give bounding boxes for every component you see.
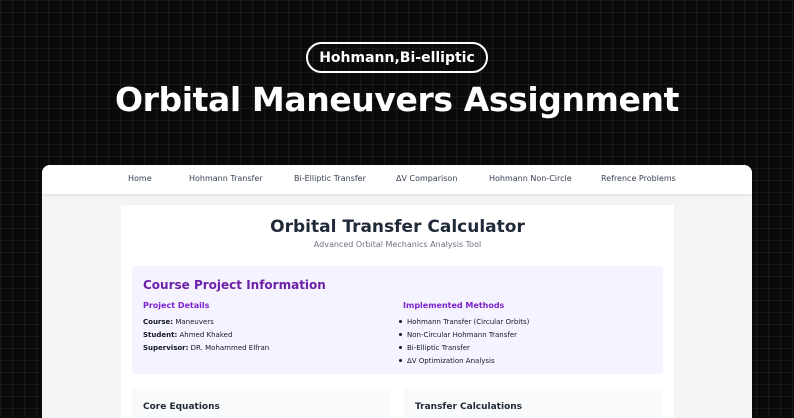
core-equations-title: Core Equations	[143, 402, 220, 412]
nav-item-hohmann-transfer[interactable]: Hohmann Transfer	[189, 174, 263, 183]
page-title: Orbital Transfer Calculator	[270, 217, 525, 237]
bullet-icon	[399, 332, 402, 336]
detail-label: Supervisor:	[143, 344, 189, 352]
hero-title: Orbital Maneuvers Assignment	[115, 80, 679, 119]
detail-value: DR. Mohammed Elfran	[190, 344, 270, 352]
implemented-methods-heading: Implemented Methods	[403, 301, 505, 310]
method-item: ΔV Optimization Analysis	[399, 357, 495, 365]
nav-item-delta-v-comparison[interactable]: ΔV Comparison	[396, 174, 457, 183]
core-equations-panel: Core Equations	[132, 389, 391, 418]
method-label: Hohmann Transfer (Circular Orbits)	[407, 318, 530, 326]
course-project-heading: Course Project Information	[143, 278, 326, 292]
bullet-icon	[399, 358, 402, 362]
detail-student: Student: Ahmed Khaked	[143, 331, 232, 339]
transfer-calculations-title: Transfer Calculations	[415, 402, 523, 412]
hero-badge: Hohmann,Bi-elliptic	[306, 42, 488, 73]
method-item: Hohmann Transfer (Circular Orbits)	[399, 318, 529, 326]
method-label: ΔV Optimization Analysis	[407, 357, 495, 365]
method-label: Non-Circular Hohmann Transfer	[407, 331, 517, 339]
course-project-info: Course Project Information Project Detai…	[132, 266, 663, 374]
detail-value: Maneuvers	[175, 318, 214, 326]
content-card: Orbital Transfer Calculator Advanced Orb…	[121, 205, 674, 418]
page-subtitle: Advanced Orbital Mechanics Analysis Tool	[313, 240, 482, 249]
detail-value: Ahmed Khaked	[179, 331, 233, 339]
method-label: Bi-Elliptic Transfer	[407, 344, 470, 352]
nav-item-hohmann-non-circle[interactable]: Hohmann Non-Circle	[489, 174, 572, 183]
bullet-icon	[399, 345, 402, 349]
bullet-icon	[399, 319, 402, 323]
nav-item-home[interactable]: Home	[128, 174, 152, 183]
method-item: Non-Circular Hohmann Transfer	[399, 331, 517, 339]
detail-label: Course:	[143, 318, 174, 326]
detail-label: Student:	[143, 331, 178, 339]
navbar: Home Hohmann Transfer Bi-Elliptic Transf…	[42, 165, 752, 195]
project-details-heading: Project Details	[143, 301, 210, 310]
detail-course: Course: Maneuvers	[143, 318, 214, 326]
method-item: Bi-Elliptic Transfer	[399, 344, 470, 352]
detail-supervisor: Supervisor: DR. Mohammed Elfran	[143, 344, 269, 352]
app-window: Home Hohmann Transfer Bi-Elliptic Transf…	[42, 165, 752, 418]
nav-item-bi-elliptic-transfer[interactable]: Bi-Elliptic Transfer	[294, 174, 366, 183]
transfer-calculations-panel: Transfer Calculations	[404, 389, 663, 418]
nav-item-reference-problems[interactable]: Refrence Problems	[601, 174, 676, 183]
